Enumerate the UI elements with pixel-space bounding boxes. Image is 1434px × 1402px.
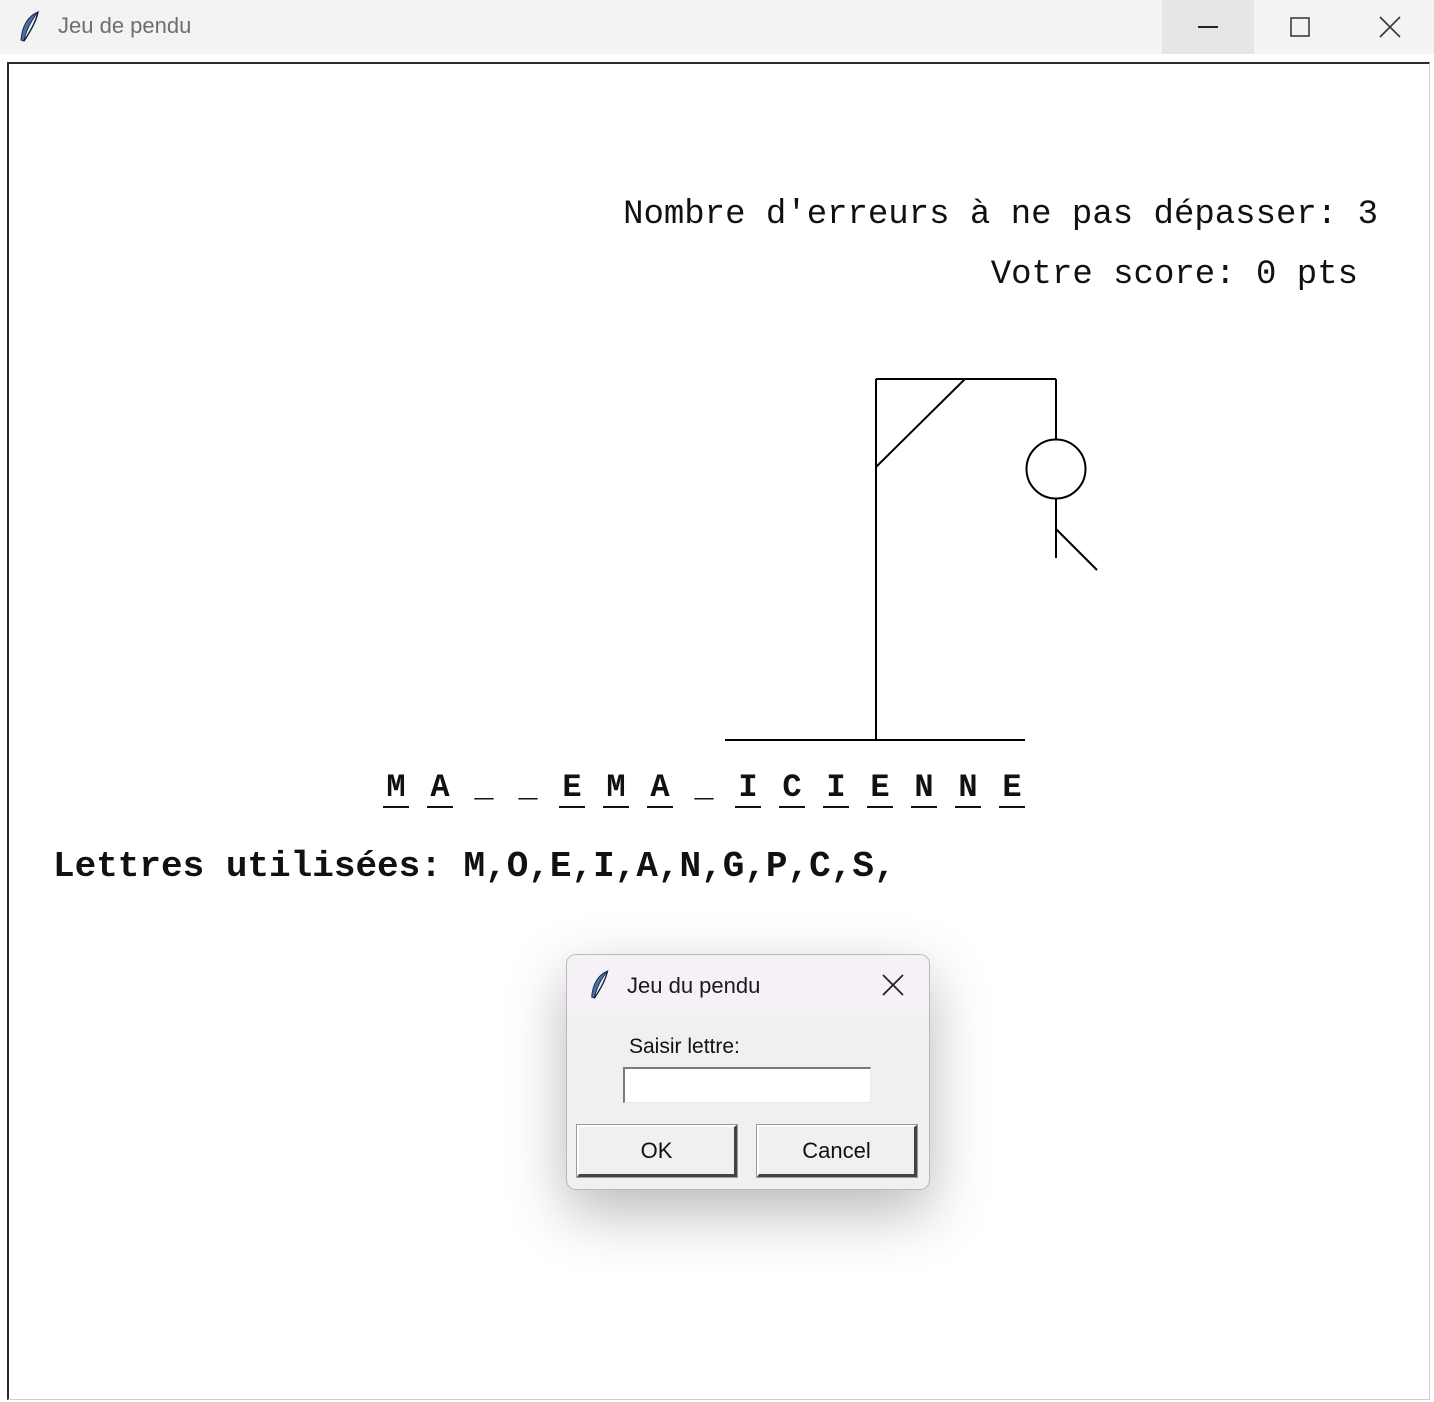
ok-button[interactable]: OK xyxy=(576,1124,738,1178)
dialog-title: Jeu du pendu xyxy=(627,973,761,998)
word-slot: _ xyxy=(682,766,726,812)
slot-letter: _ xyxy=(474,769,494,806)
slot-letter: E xyxy=(870,769,890,806)
dialog-titlebar: Jeu du pendu xyxy=(567,955,929,1015)
letter-input[interactable] xyxy=(623,1067,871,1103)
word-slot: M xyxy=(594,766,638,812)
slot-letter: E xyxy=(562,769,582,806)
word-slot: I xyxy=(814,766,858,812)
letter-input-dialog: Jeu du pendu Saisir lettre: OK Cancel xyxy=(566,954,930,1190)
gallows-brace xyxy=(875,378,966,468)
slot-letter: I xyxy=(826,769,846,806)
slot-letter: N xyxy=(958,769,978,806)
cancel-button[interactable]: Cancel xyxy=(756,1124,918,1178)
hangman-drawing xyxy=(725,378,1098,741)
slot-letter: A xyxy=(430,769,450,806)
word-slot: E xyxy=(550,766,594,812)
slot-letter: E xyxy=(1002,769,1022,806)
word-slot: I xyxy=(726,766,770,812)
word-slot: N xyxy=(946,766,990,812)
dialog-prompt: Saisir lettre: xyxy=(629,1035,740,1058)
word-slot: E xyxy=(990,766,1034,812)
word-slot: E xyxy=(858,766,902,812)
dialog-close-icon[interactable] xyxy=(879,971,907,999)
hangman-arm xyxy=(1055,528,1098,571)
used-letters-label: Lettres utilisées: xyxy=(53,846,442,887)
word-slot: A xyxy=(418,766,462,812)
slot-letter: N xyxy=(914,769,934,806)
word-slot: _ xyxy=(506,766,550,812)
feather-app-icon xyxy=(591,970,609,999)
hangman-head xyxy=(1025,438,1087,500)
slot-letter: _ xyxy=(518,769,538,806)
slot-letter: A xyxy=(650,769,670,806)
slot-letter: M xyxy=(606,769,626,806)
word-slot: C xyxy=(770,766,814,812)
hidden-word: M A _ _ E M A _ I C I E N N E xyxy=(374,766,1034,814)
word-slot: A xyxy=(638,766,682,812)
used-letters-list: M,O,E,I,A,N,G,P,C,S, xyxy=(463,846,896,887)
slot-letter: _ xyxy=(694,769,714,806)
used-letters-line: Lettres utilisées: M,O,E,I,A,N,G,P,C,S, xyxy=(53,846,896,887)
word-slot: N xyxy=(902,766,946,812)
slot-letter: C xyxy=(782,769,802,806)
word-slot: M xyxy=(374,766,418,812)
slot-letter: M xyxy=(386,769,406,806)
word-slot: _ xyxy=(462,766,506,812)
slot-letter: I xyxy=(738,769,758,806)
